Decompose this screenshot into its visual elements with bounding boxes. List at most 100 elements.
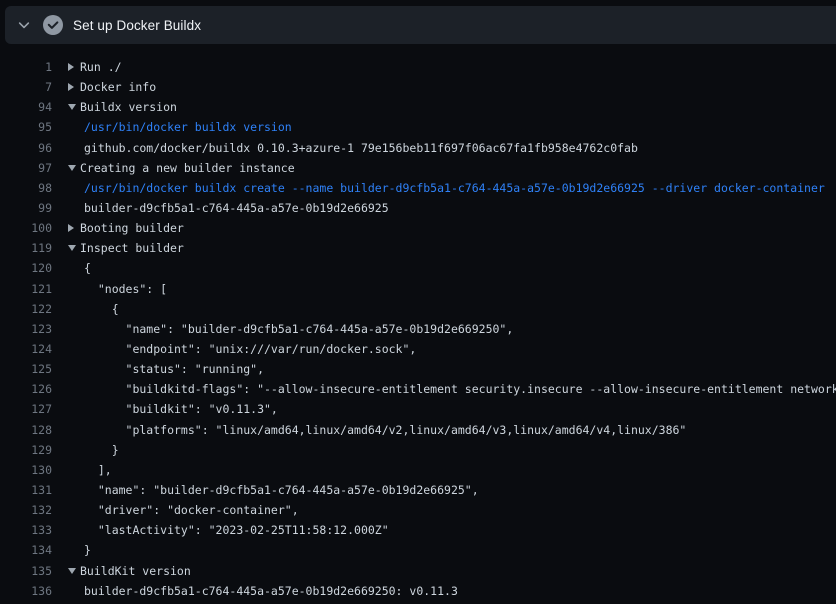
log-command-text: /usr/bin/docker buildx create --name bui… [68,181,825,195]
log-output-text: "driver": "docker-container", [68,503,299,517]
step-title: Set up Docker Buildx [73,18,201,33]
line-number[interactable]: 133 [0,523,52,537]
log-group-toggle[interactable]: Booting builder [68,221,184,235]
log-output-text: { [68,302,119,316]
log-row: 99builder-d9cfb5a1-c764-445a-a57e-0b19d2… [0,198,836,218]
step-header[interactable]: Set up Docker Buildx [5,6,836,44]
line-number[interactable]: 100 [0,221,52,235]
log-row: 96 github.com/docker/buildx 0.10.3+azure-… [0,138,836,158]
log-row: 126 "buildkitd-flags": "--allow-insecure… [0,379,836,399]
triangle-down-icon[interactable] [68,245,80,251]
log-group-toggle[interactable]: Docker info [68,80,156,94]
log-output-text: "buildkitd-flags": "--allow-insecure-ent… [68,382,836,396]
log-output-text: github.com/docker/buildx 0.10.3+azure-1 … [68,141,638,155]
line-number[interactable]: 127 [0,402,52,416]
step-toggle-button[interactable] [12,13,36,37]
log-output-text: builder-d9cfb5a1-c764-445a-a57e-0b19d2e6… [68,584,458,598]
triangle-glyph [68,165,76,171]
chevron-down-icon [17,18,31,32]
log-group-title: Creating a new builder instance [80,161,295,175]
line-number[interactable]: 135 [0,564,52,578]
triangle-down-icon[interactable] [68,165,80,171]
log-row: 97 Creating a new builder instance [0,158,836,178]
line-number[interactable]: 126 [0,382,52,396]
triangle-right-icon[interactable] [68,83,80,91]
log-row: 98/usr/bin/docker buildx create --name b… [0,178,836,198]
line-number[interactable]: 94 [0,100,52,114]
line-number[interactable]: 95 [0,120,52,134]
log-group-title: Buildx version [80,100,177,114]
log-output-text: } [68,443,119,457]
log-row: 94 Buildx version [0,97,836,117]
line-number[interactable]: 120 [0,261,52,275]
log-row: 127 "buildkit": "v0.11.3", [0,399,836,419]
check-circle-icon [43,15,63,35]
log-row: 123 "name": "builder-d9cfb5a1-c764-445a-… [0,319,836,339]
log-group-title: BuildKit version [80,564,191,578]
log-row: 95/usr/bin/docker buildx version [0,117,836,137]
line-number[interactable]: 134 [0,543,52,557]
line-number[interactable]: 132 [0,503,52,517]
triangle-glyph [68,104,76,110]
log-group-toggle[interactable]: Creating a new builder instance [68,161,295,175]
triangle-glyph [68,63,74,71]
log-group-title: Docker info [80,80,156,94]
line-number[interactable]: 136 [0,584,52,598]
triangle-down-icon[interactable] [68,104,80,110]
line-number[interactable]: 97 [0,161,52,175]
log-output-text: "buildkit": "v0.11.3", [68,402,278,416]
log-output-text: "name": "builder-d9cfb5a1-c764-445a-a57e… [68,483,479,497]
log-row: 130 ], [0,460,836,480]
line-number[interactable]: 124 [0,342,52,356]
log-output-text: ], [68,463,112,477]
log-row: 128 "platforms": "linux/amd64,linux/amd6… [0,420,836,440]
line-number[interactable]: 122 [0,302,52,316]
triangle-right-icon[interactable] [68,63,80,71]
log-row: 135 BuildKit version [0,561,836,581]
line-number[interactable]: 121 [0,282,52,296]
line-number[interactable]: 1 [0,60,52,74]
line-number[interactable]: 128 [0,423,52,437]
log-group-title: Run ./ [80,60,122,74]
triangle-glyph [68,568,76,574]
log-group-toggle[interactable]: Buildx version [68,100,177,114]
log-group-toggle[interactable]: Run ./ [68,60,122,74]
triangle-glyph [68,224,74,232]
log-group-title: Inspect builder [80,241,184,255]
log-lines: 1 Run ./ 7 Docker info 94 Buildx version 95/us… [0,44,836,604]
log-row: 120 { [0,258,836,278]
log-group-toggle[interactable]: BuildKit version [68,564,191,578]
log-output-text: } [68,543,91,557]
line-number[interactable]: 129 [0,443,52,457]
log-output-text: "name": "builder-d9cfb5a1-c764-445a-a57e… [68,322,513,336]
log-row: 133 "lastActivity": "2023-02-25T11:58:12… [0,520,836,540]
line-number[interactable]: 98 [0,181,52,195]
triangle-glyph [68,245,76,251]
line-number[interactable]: 130 [0,463,52,477]
log-row: 121 "nodes": [ [0,279,836,299]
log-output-text: { [68,261,91,275]
line-number[interactable]: 7 [0,80,52,94]
log-row: 125 "status": "running", [0,359,836,379]
log-group-title: Booting builder [80,221,184,235]
line-number[interactable]: 119 [0,241,52,255]
line-number[interactable]: 125 [0,362,52,376]
log-row: 132 "driver": "docker-container", [0,500,836,520]
log-row: 131 "name": "builder-d9cfb5a1-c764-445a-… [0,480,836,500]
log-output-text: "status": "running", [68,362,264,376]
triangle-right-icon[interactable] [68,224,80,232]
log-output-text: "platforms": "linux/amd64,linux/amd64/v2… [68,423,686,437]
log-row: 119 Inspect builder [0,238,836,258]
line-number[interactable]: 96 [0,141,52,155]
log-output-text: "endpoint": "unix:///var/run/docker.sock… [68,342,416,356]
line-number[interactable]: 131 [0,483,52,497]
triangle-down-icon[interactable] [68,568,80,574]
log-row: 1 Run ./ [0,57,836,77]
log-row: 134} [0,540,836,560]
line-number[interactable]: 99 [0,201,52,215]
log-row: 7 Docker info [0,77,836,97]
log-group-toggle[interactable]: Inspect builder [68,241,184,255]
log-output-text: "nodes": [ [68,282,167,296]
line-number[interactable]: 123 [0,322,52,336]
log-command-text: /usr/bin/docker buildx version [68,120,292,134]
